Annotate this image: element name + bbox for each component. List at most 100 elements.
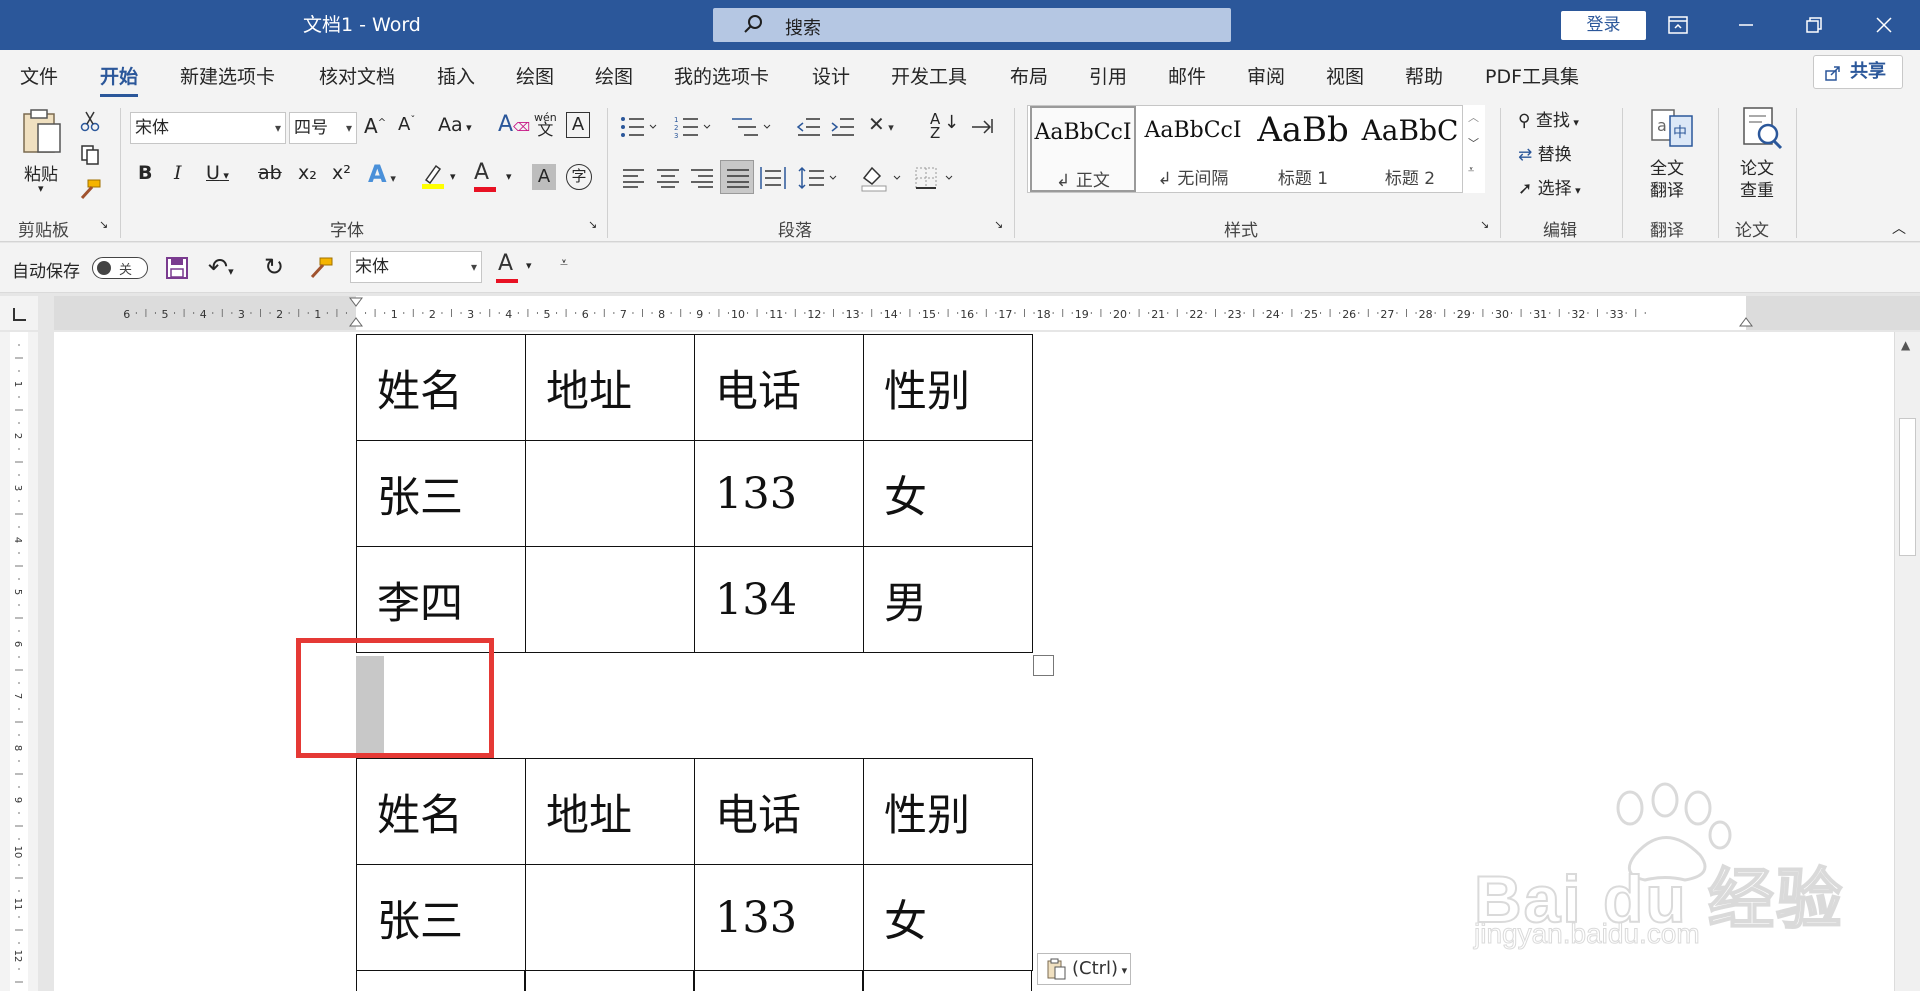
tab-design[interactable]: 设计 — [812, 62, 850, 89]
styles-gallery-scroll[interactable]: ︿ ﹀ ⩡ — [1462, 105, 1485, 193]
style-normal[interactable]: AaBbCcI ↲ 正文 — [1030, 106, 1136, 192]
cut-icon[interactable] — [80, 110, 100, 132]
sort-icon[interactable]: A Z ↓ — [930, 112, 959, 141]
gallery-more-icon[interactable]: ⩡ — [1468, 163, 1474, 177]
align-right-icon[interactable] — [690, 168, 714, 188]
change-case-button[interactable]: Aa ▾ — [438, 114, 472, 136]
restore-icon[interactable] — [1786, 0, 1842, 50]
collapse-ribbon-icon[interactable]: ︿ — [1892, 218, 1906, 238]
scroll-down-icon[interactable]: ﹀ — [1468, 135, 1479, 151]
subscript-button[interactable]: x₂ — [298, 162, 317, 184]
multilevel-list-icon[interactable] — [730, 116, 774, 138]
close-icon[interactable] — [1856, 0, 1912, 50]
borders-icon[interactable] — [914, 166, 960, 190]
font-color-button[interactable]: A ▾ — [474, 160, 512, 192]
table-cell[interactable]: 李四 — [356, 546, 526, 653]
superscript-button[interactable]: x² — [332, 162, 351, 184]
font-size-combo[interactable]: 四号 ▾ — [289, 112, 357, 144]
tab-view[interactable]: 视图 — [1326, 62, 1364, 89]
table-cell[interactable]: 134 — [694, 546, 864, 653]
right-indent-marker[interactable] — [1739, 317, 1753, 327]
table-cell[interactable] — [525, 440, 695, 547]
scroll-up-arrow-icon[interactable]: ▲ — [1901, 338, 1910, 352]
tab-developer[interactable]: 开发工具 — [891, 62, 967, 89]
paragraph-launcher-icon[interactable]: ↘ — [994, 218, 1003, 231]
table-cell[interactable]: 男 — [863, 546, 1033, 653]
styles-launcher-icon[interactable]: ↘ — [1480, 218, 1489, 231]
qat-font-combo[interactable]: 宋体 ▾ — [350, 251, 482, 283]
shrink-font-button[interactable]: Aˇ — [398, 114, 415, 135]
table-cell[interactable]: 地址 — [525, 758, 695, 865]
table-cell[interactable]: 133 — [694, 440, 864, 547]
style-heading-2[interactable]: AaBbC 标题 2 — [1358, 106, 1462, 192]
font-launcher-icon[interactable]: ↘ — [588, 218, 597, 231]
share-button[interactable]: 共享 — [1813, 55, 1903, 89]
highlight-button[interactable]: ▾ — [420, 162, 456, 194]
tab-layout[interactable]: 布局 — [1010, 62, 1048, 89]
tab-draw-2[interactable]: 绘图 — [595, 62, 633, 89]
table-cell[interactable] — [525, 546, 695, 653]
text-effects-button[interactable]: A ▾ — [368, 160, 396, 188]
font-name-combo[interactable]: 宋体 ▾ — [130, 112, 286, 144]
format-painter-icon[interactable] — [78, 178, 102, 200]
char-shading-button[interactable]: A — [532, 164, 556, 190]
justify-button[interactable] — [720, 160, 754, 194]
table-1[interactable]: 姓名 地址 电话 性别 张三 133 女 李四 134 男 — [356, 334, 1033, 653]
redo-icon[interactable]: ↻ — [264, 253, 284, 281]
table-cell[interactable]: 电话 — [694, 758, 864, 865]
tab-insert[interactable]: 插入 — [437, 62, 475, 89]
italic-button[interactable]: I — [174, 162, 182, 184]
table-2[interactable]: 姓名 地址 电话 性别 张三 133 女 — [356, 758, 1033, 971]
bullets-icon[interactable] — [620, 116, 660, 138]
full-text-translate-button[interactable]: a中 全文 翻译 — [1644, 106, 1700, 202]
format-painter-qat-icon[interactable] — [308, 255, 334, 281]
clear-format-icon[interactable]: A⌫ — [498, 112, 530, 137]
scrollbar-thumb[interactable] — [1899, 418, 1916, 556]
show-marks-icon[interactable] — [970, 116, 996, 138]
style-heading-1[interactable]: AaBb 标题 1 — [1250, 106, 1356, 192]
undo-button[interactable]: ↶▾ — [208, 253, 234, 281]
ruler-corner[interactable] — [0, 296, 38, 330]
style-no-spacing[interactable]: AaBbCcI ↲ 无间隔 — [1140, 106, 1246, 192]
numbering-icon[interactable]: 123 — [674, 116, 714, 138]
table-cell[interactable]: 电话 — [694, 334, 864, 441]
table-cell[interactable]: 张三 — [356, 440, 526, 547]
ribbon-display-icon[interactable] — [1650, 0, 1706, 50]
text-direction-button[interactable]: ✕ ▾ — [868, 112, 894, 136]
paper-check-button[interactable]: 论文 查重 — [1734, 106, 1790, 202]
enclose-char-button[interactable]: 字 — [566, 164, 592, 190]
clipboard-launcher-icon[interactable]: ↘ — [99, 218, 108, 231]
table-cell[interactable]: 姓名 — [356, 334, 526, 441]
table-cell[interactable]: 性别 — [863, 334, 1033, 441]
char-border-button[interactable]: A — [566, 112, 590, 138]
copy-icon[interactable] — [80, 144, 100, 166]
customize-qat-icon[interactable]: ⩡ — [560, 255, 568, 271]
tab-home[interactable]: 开始 — [100, 62, 139, 97]
table-cell[interactable]: 地址 — [525, 334, 695, 441]
search-box[interactable]: 搜索 — [713, 8, 1231, 42]
paste-button[interactable]: 粘贴 ▾ — [18, 108, 70, 198]
table-cell[interactable]: 女 — [863, 440, 1033, 547]
line-spacing-icon[interactable] — [798, 166, 844, 190]
select-button[interactable]: ➚ 选择 ▾ — [1518, 174, 1581, 199]
login-button[interactable]: 登录 — [1561, 11, 1646, 40]
save-icon[interactable] — [166, 257, 188, 279]
hanging-indent-marker[interactable] — [349, 317, 363, 327]
underline-button[interactable]: U ▾ — [206, 162, 229, 184]
phonetic-guide-button[interactable]: wén 文 — [534, 112, 557, 138]
vertical-scrollbar[interactable]: ▲ — [1894, 332, 1920, 991]
autosave-toggle[interactable]: 关 — [92, 257, 148, 279]
tab-file[interactable]: 文件 — [20, 62, 58, 89]
bold-button[interactable]: B — [138, 162, 152, 184]
table-cell[interactable]: 女 — [863, 864, 1033, 971]
qat-font-color-button[interactable]: A ▾ — [496, 251, 532, 283]
first-line-indent-marker[interactable] — [349, 297, 363, 307]
increase-indent-icon[interactable] — [830, 116, 856, 138]
table-cell[interactable]: 姓名 — [356, 758, 526, 865]
tab-new-tab[interactable]: 新建选项卡 — [180, 62, 275, 89]
tab-my-tab[interactable]: 我的选项卡 — [674, 62, 769, 89]
grow-font-button[interactable]: A^ — [364, 114, 386, 138]
scroll-up-icon[interactable]: ︿ — [1468, 109, 1479, 125]
distributed-icon[interactable] — [760, 166, 786, 190]
tab-draw-1[interactable]: 绘图 — [516, 62, 554, 89]
